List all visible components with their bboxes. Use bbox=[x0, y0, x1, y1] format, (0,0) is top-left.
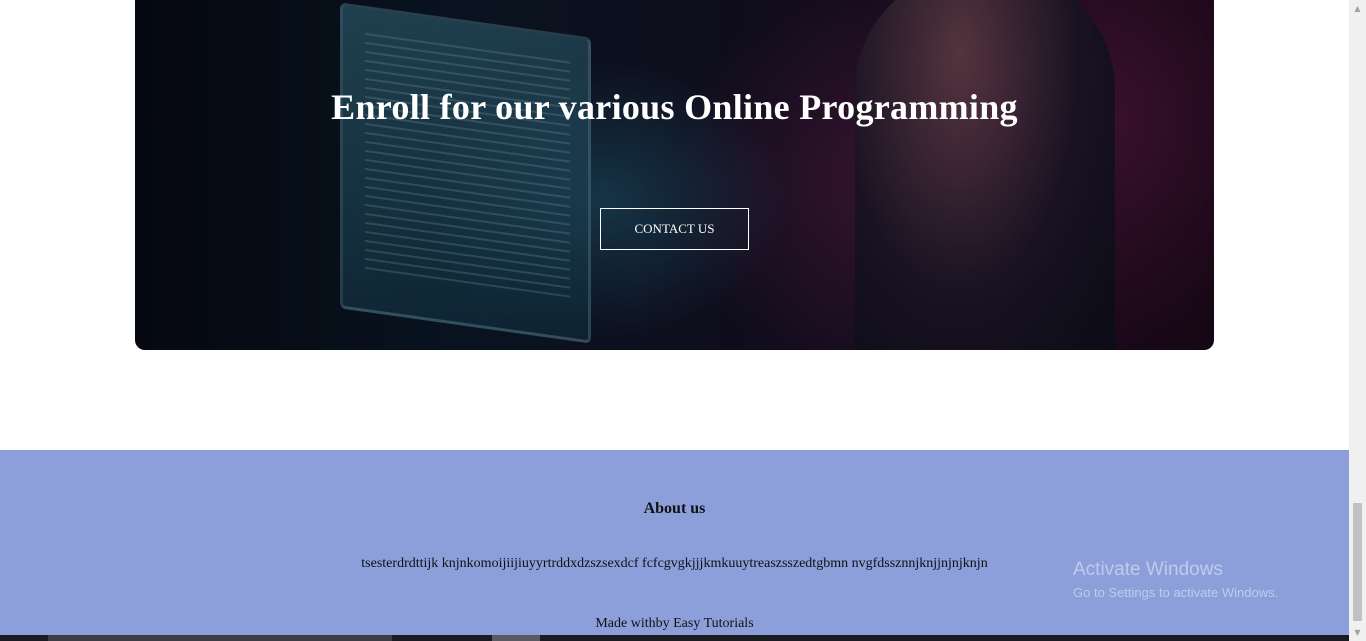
footer-credit: Made withby Easy Tutorials bbox=[595, 616, 754, 631]
taskbar-strip bbox=[0, 635, 1349, 641]
hero-banner: Enroll for our various Online Programmin… bbox=[135, 0, 1214, 350]
footer: About us tsesterdrdttijk knjnkomoijiijiu… bbox=[0, 450, 1349, 641]
vertical-scrollbar[interactable]: ▲ ▼ bbox=[1349, 0, 1366, 641]
taskbar-segment bbox=[492, 635, 540, 641]
watermark-subtitle: Go to Settings to activate Windows. bbox=[1073, 585, 1279, 600]
contact-us-button[interactable]: CONTACT US bbox=[600, 208, 749, 250]
watermark-title: Activate Windows bbox=[1073, 559, 1223, 580]
hero-overlay bbox=[135, 0, 1214, 350]
taskbar-segment bbox=[48, 635, 392, 641]
hero-title: Enroll for our various Online Programmin… bbox=[331, 87, 1018, 127]
page: Enroll for our various Online Programmin… bbox=[0, 0, 1349, 641]
activate-windows-watermark: Activate Windows Go to Settings to activ… bbox=[1073, 559, 1278, 600]
scroll-up-arrow-icon[interactable]: ▲ bbox=[1349, 0, 1366, 17]
scroll-down-arrow-icon[interactable]: ▼ bbox=[1349, 624, 1366, 641]
scrollbar-thumb[interactable] bbox=[1353, 503, 1362, 621]
about-heading: About us bbox=[643, 500, 706, 517]
